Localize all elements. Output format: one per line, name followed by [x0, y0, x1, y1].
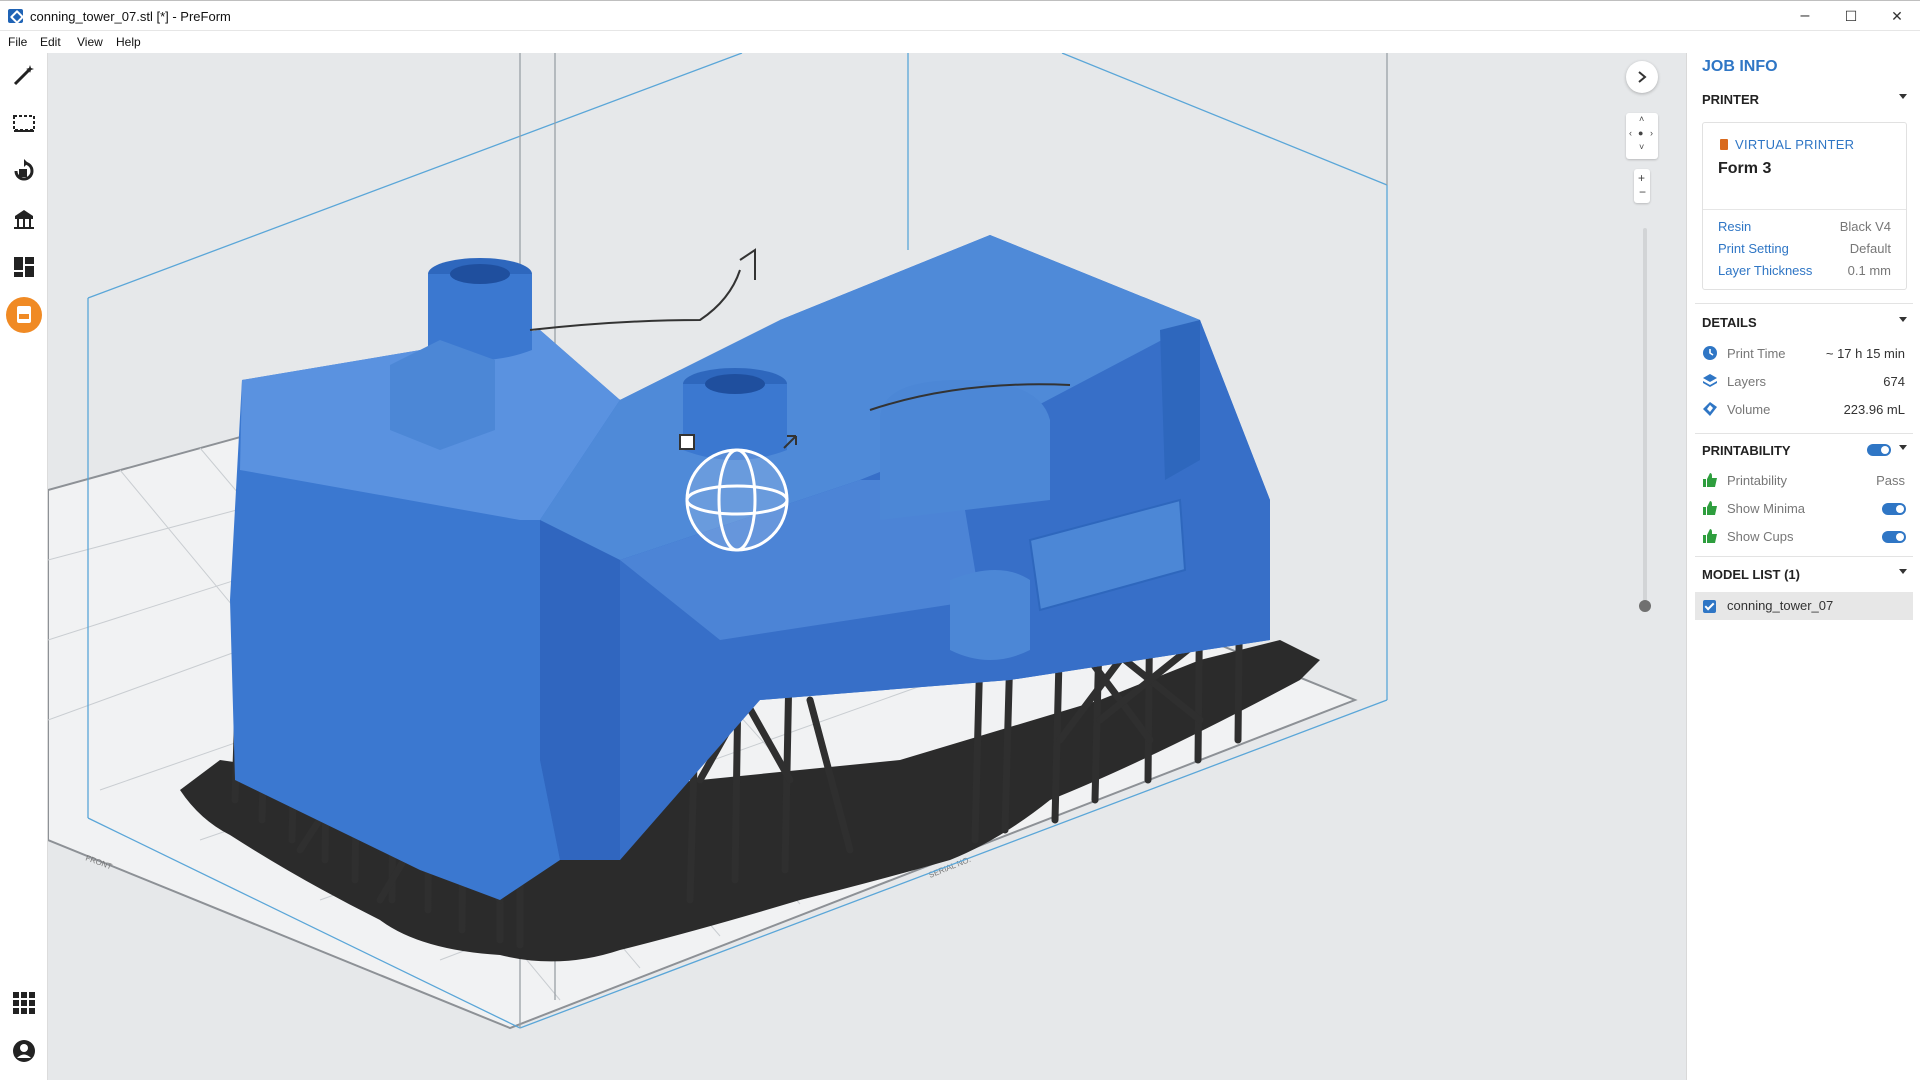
pan-down-icon[interactable]: ˅	[1639, 142, 1644, 152]
section-divider	[1695, 556, 1913, 557]
layer-thickness-value: 0.1 mm	[1847, 263, 1891, 278]
panel-title: JOB INFO	[1702, 58, 1778, 75]
window-title: conning_tower_07.stl [*] - PreForm	[30, 9, 231, 24]
resin-value: Black V4	[1839, 219, 1891, 234]
print-setting-label[interactable]: Print Setting	[1718, 241, 1789, 256]
caret-down-icon[interactable]	[1899, 445, 1907, 450]
supports-icon[interactable]	[6, 201, 42, 237]
caret-down-icon[interactable]	[1899, 317, 1907, 322]
show-cups-label: Show Cups	[1727, 529, 1794, 544]
menu-help[interactable]: Help	[116, 35, 141, 49]
maximize-button[interactable]: ☐	[1828, 1, 1874, 31]
menu-view[interactable]: View	[77, 35, 103, 49]
menu-bar: File Edit View Help	[0, 31, 1920, 53]
printer-card[interactable]: VIRTUAL PRINTER Form 3 Resin Black V4 Pr…	[1702, 122, 1907, 290]
printer-name: Form 3	[1718, 160, 1772, 177]
layers-value: 674	[1883, 374, 1905, 389]
layers-label: Layers	[1727, 374, 1767, 389]
printability-section-label: PRINTABILITY	[1702, 443, 1791, 458]
magic-wand-icon[interactable]	[6, 57, 42, 93]
details-section-label: DETAILS	[1702, 315, 1757, 330]
print-time-value: ~ 17 h 15 min	[1825, 346, 1905, 361]
print-setting-value: Default	[1849, 241, 1891, 256]
model-list-section-label: MODEL LIST (1)	[1702, 567, 1800, 582]
zoom-controls: + −	[1634, 169, 1650, 203]
close-button[interactable]: ✕	[1874, 1, 1920, 31]
title-bar: conning_tower_07.stl [*] - PreForm – ☐ ✕	[0, 0, 1920, 31]
show-cups-toggle[interactable]	[1882, 531, 1906, 543]
preform-logo-icon	[8, 9, 23, 23]
clock-icon	[1703, 346, 1717, 360]
layout-icon[interactable]	[6, 249, 42, 285]
model-checkbox[interactable]	[1703, 600, 1716, 613]
model-list-section-header[interactable]: MODEL LIST (1)	[1702, 567, 1907, 582]
section-divider	[1695, 303, 1913, 304]
model-name: conning_tower_07	[1727, 598, 1834, 613]
layer-thickness-label[interactable]: Layer Thickness	[1718, 263, 1812, 278]
thumbs-up-icon	[1703, 529, 1717, 543]
collapse-panel-button[interactable]	[1626, 61, 1658, 93]
left-toolbar	[0, 53, 48, 1080]
printer-icon	[1720, 139, 1728, 150]
print-time-label: Print Time	[1727, 346, 1786, 361]
printability-toggle[interactable]	[1867, 444, 1891, 456]
caret-down-icon[interactable]	[1899, 94, 1907, 99]
eye-icon[interactable]: ●	[1638, 128, 1643, 138]
chevron-right-icon	[1638, 71, 1647, 83]
view-pan-pad[interactable]: ˄ ‹ ● › ˅	[1626, 113, 1658, 159]
thumbs-up-icon	[1703, 473, 1717, 487]
layer-slider-thumb[interactable]	[1639, 600, 1651, 612]
printer-section-label: PRINTER	[1702, 92, 1760, 107]
show-minima-label: Show Minima	[1727, 501, 1806, 516]
orientation-icon[interactable]	[6, 153, 42, 189]
scene-render[interactable]: FRONT SERIAL NO.	[48, 53, 1686, 1080]
printability-label: Printability	[1727, 473, 1787, 488]
printer-section-header[interactable]: PRINTER	[1702, 92, 1907, 107]
printability-value: Pass	[1876, 473, 1905, 488]
3d-viewport[interactable]: FRONT SERIAL NO. ˄ ‹ ● › ˅ + −	[48, 53, 1686, 1080]
section-divider	[1695, 433, 1913, 434]
layer-slider-track[interactable]	[1643, 228, 1647, 606]
apps-grid-icon[interactable]	[6, 985, 42, 1021]
select-box-icon[interactable]	[6, 105, 42, 141]
volume-icon	[1703, 402, 1717, 416]
show-minima-toggle[interactable]	[1882, 503, 1906, 515]
minimize-button[interactable]: –	[1782, 1, 1828, 31]
virtual-printer-label: VIRTUAL PRINTER	[1735, 137, 1855, 152]
pan-right-icon[interactable]: ›	[1650, 128, 1653, 138]
resin-label[interactable]: Resin	[1718, 219, 1751, 234]
menu-edit[interactable]: Edit	[40, 35, 61, 49]
pan-up-icon[interactable]: ˄	[1639, 114, 1644, 124]
zoom-out-icon[interactable]: −	[1639, 185, 1646, 199]
menu-file[interactable]: File	[8, 35, 27, 49]
volume-label: Volume	[1727, 402, 1771, 417]
account-icon[interactable]	[6, 1033, 42, 1069]
volume-value: 223.96 mL	[1843, 402, 1905, 417]
job-info-panel: JOB INFO PRINTER VIRTUAL PRINTER Form 3 …	[1686, 53, 1920, 1080]
model-list-item[interactable]: conning_tower_07	[1695, 592, 1913, 620]
thumbs-up-icon	[1703, 501, 1717, 515]
print-icon[interactable]	[6, 297, 42, 333]
caret-down-icon[interactable]	[1899, 569, 1907, 574]
card-divider	[1703, 209, 1906, 210]
layers-icon	[1703, 374, 1717, 387]
details-section-header[interactable]: DETAILS	[1702, 315, 1907, 330]
pan-left-icon[interactable]: ‹	[1629, 128, 1632, 138]
zoom-in-icon[interactable]: +	[1638, 171, 1645, 185]
